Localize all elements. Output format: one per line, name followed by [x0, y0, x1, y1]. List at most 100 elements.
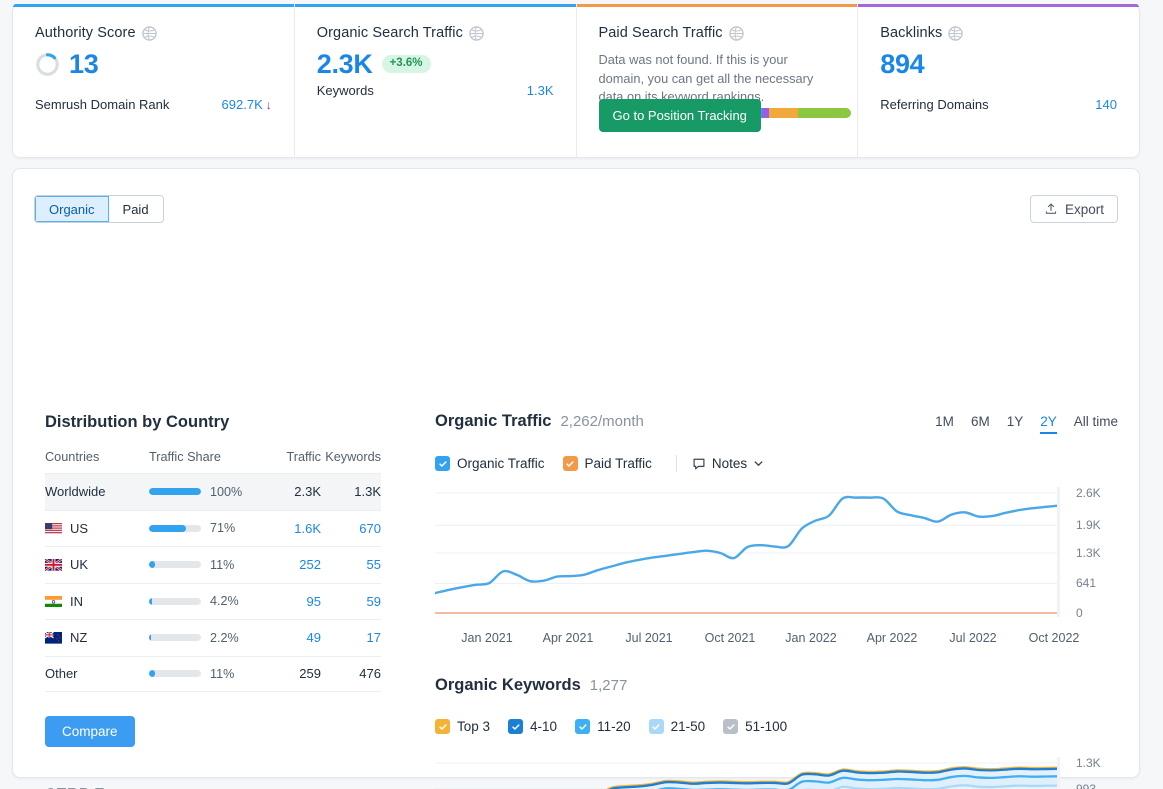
y-tick-label: 1.9K — [1076, 518, 1101, 532]
traffic-share-percent: 2.2% — [210, 631, 244, 645]
export-button[interactable]: Export — [1030, 195, 1118, 223]
x-tick-label: Apr 2022 — [867, 631, 918, 645]
cell-traffic[interactable]: 252 — [255, 557, 321, 572]
globe-info-icon[interactable] — [142, 26, 157, 41]
cell-traffic-share: 11% — [149, 667, 255, 681]
domain-rank-value: 692.7K — [222, 97, 263, 112]
paid-traffic-label: Paid Search Traffic — [599, 25, 723, 41]
table-row[interactable]: Worldwide100%2.3K1.3K — [45, 473, 381, 510]
card-accent-bar — [858, 4, 1139, 7]
organic-traffic-chart-subtitle: 2,262/month — [560, 413, 643, 430]
checkbox-organic-traffic[interactable] — [435, 456, 450, 471]
organic-traffic-chart-title: Organic Traffic — [435, 412, 551, 431]
authority-score-donut-icon — [35, 52, 60, 77]
organic-traffic-legend: Organic Traffic Paid Traffic Notes — [435, 455, 764, 472]
column-countries: Countries — [45, 450, 149, 464]
compare-button[interactable]: Compare — [45, 716, 135, 747]
legend-item-11-20[interactable]: 11-20 — [575, 719, 631, 734]
legend-item-4-10[interactable]: 4-10 — [508, 719, 557, 734]
card-title: Backlinks — [880, 25, 1117, 41]
card-title: Organic Search Traffic — [317, 25, 554, 41]
cell-country: NZ — [45, 630, 149, 645]
traffic-share-percent: 11% — [210, 667, 244, 681]
organic-traffic-label: Organic Search Traffic — [317, 25, 463, 41]
semrush-domain-overview: Authority Score 13 Semrush Domain Rank 6… — [0, 0, 1163, 789]
range-2y[interactable]: 2Y — [1040, 414, 1057, 434]
organic-keywords-chart[interactable] — [435, 757, 1060, 789]
cell-keywords[interactable]: 17 — [321, 630, 381, 645]
domain-rank-value-group[interactable]: 692.7K ↓ — [222, 97, 272, 112]
distribution-table: Countries Traffic Share Traffic Keywords… — [45, 450, 381, 692]
time-range-selector: 1M 6M 1Y 2Y All time — [935, 414, 1118, 434]
keywords-row: Keywords 1.3K — [317, 83, 554, 98]
cell-traffic[interactable]: 49 — [255, 630, 321, 645]
globe-info-icon[interactable] — [948, 26, 963, 41]
globe-info-icon[interactable] — [729, 26, 744, 41]
organic-keywords-legend: Top 3 4-10 11-20 21-50 51-100 — [435, 719, 796, 734]
x-tick-label: Oct 2022 — [1029, 631, 1080, 645]
table-row[interactable]: NZ 2.2% 4917 — [45, 619, 381, 656]
range-6m[interactable]: 6M — [971, 414, 990, 434]
tab-paid[interactable]: Paid — [109, 196, 163, 222]
notes-dropdown[interactable]: Notes — [692, 456, 764, 471]
organic-traffic-chart-header: Organic Traffic 2,262/month — [435, 412, 644, 431]
country-name: IN — [70, 594, 83, 609]
country-name: Other — [45, 666, 78, 681]
y-tick-label: 2.6K — [1076, 486, 1101, 500]
go-to-position-tracking-button[interactable]: Go to Position Tracking — [599, 99, 761, 132]
referring-domains-row: Referring Domains 140 — [880, 97, 1117, 112]
column-traffic: Traffic — [255, 450, 321, 464]
x-tick-label: Jul 2021 — [625, 631, 672, 645]
table-row[interactable]: IN4.2%9559 — [45, 583, 381, 620]
legend-label: Top 3 — [457, 719, 490, 734]
cell-traffic[interactable]: 1.6K — [255, 521, 321, 536]
cell-traffic[interactable]: 95 — [255, 594, 321, 609]
cell-country: US — [45, 521, 149, 536]
checkbox-51-100[interactable] — [723, 719, 738, 734]
table-row[interactable]: UK11%25255 — [45, 546, 381, 583]
chevron-down-icon — [753, 458, 764, 469]
cell-keywords: 476 — [321, 666, 381, 681]
authority-score-number: 13 — [69, 50, 98, 78]
range-1m[interactable]: 1M — [935, 414, 954, 434]
legend-item-21-50[interactable]: 21-50 — [649, 719, 706, 734]
arrow-down-icon: ↓ — [266, 98, 272, 112]
legend-item-51-100[interactable]: 51-100 — [723, 719, 787, 734]
checkbox-4-10[interactable] — [508, 719, 523, 734]
organic-traffic-y-axis: 06411.3K1.9K2.6K — [1070, 487, 1140, 627]
legend-item-organic-traffic[interactable]: Organic Traffic — [435, 456, 545, 471]
domain-rank-row: Semrush Domain Rank 692.7K ↓ — [35, 97, 272, 112]
checkbox-21-50[interactable] — [649, 719, 664, 734]
card-accent-bar — [295, 4, 576, 7]
traffic-share-bar — [149, 634, 201, 641]
country-name: UK — [70, 557, 88, 572]
checkbox-11-20[interactable] — [575, 719, 590, 734]
organic-traffic-chart[interactable] — [435, 487, 1060, 617]
cell-keywords[interactable]: 59 — [321, 594, 381, 609]
country-name: Worldwide — [45, 484, 105, 499]
legend-label: 4-10 — [530, 719, 557, 734]
legend-item-paid-traffic[interactable]: Paid Traffic — [563, 456, 652, 471]
traffic-share-bar — [149, 488, 201, 495]
cell-keywords[interactable]: 670 — [321, 521, 381, 536]
cell-keywords[interactable]: 55 — [321, 557, 381, 572]
x-tick-label: Jan 2021 — [461, 631, 512, 645]
range-all-time[interactable]: All time — [1074, 414, 1118, 434]
legend-item-top-3[interactable]: Top 3 — [435, 719, 490, 734]
globe-info-icon[interactable] — [469, 26, 484, 41]
card-paid-search-traffic: Paid Search Traffic Data was not found. … — [577, 5, 859, 157]
tab-organic[interactable]: Organic — [35, 196, 109, 222]
cell-traffic: 2.3K — [255, 484, 321, 499]
checkbox-paid-traffic[interactable] — [563, 456, 578, 471]
country-name: US — [70, 521, 88, 536]
table-row[interactable]: US71%1.6K670 — [45, 510, 381, 547]
overview-panel: Organic Paid Export Distribution by Coun… — [12, 168, 1140, 778]
legend-label: 51-100 — [745, 719, 787, 734]
legend-label-organic-traffic: Organic Traffic — [457, 456, 545, 471]
keywords-value[interactable]: 1.3K — [527, 83, 554, 98]
table-row[interactable]: Other11%259476 — [45, 656, 381, 693]
range-1y[interactable]: 1Y — [1007, 414, 1024, 434]
referring-domains-value[interactable]: 140 — [1095, 97, 1117, 112]
checkbox-top-3[interactable] — [435, 719, 450, 734]
notes-label: Notes — [712, 456, 747, 471]
